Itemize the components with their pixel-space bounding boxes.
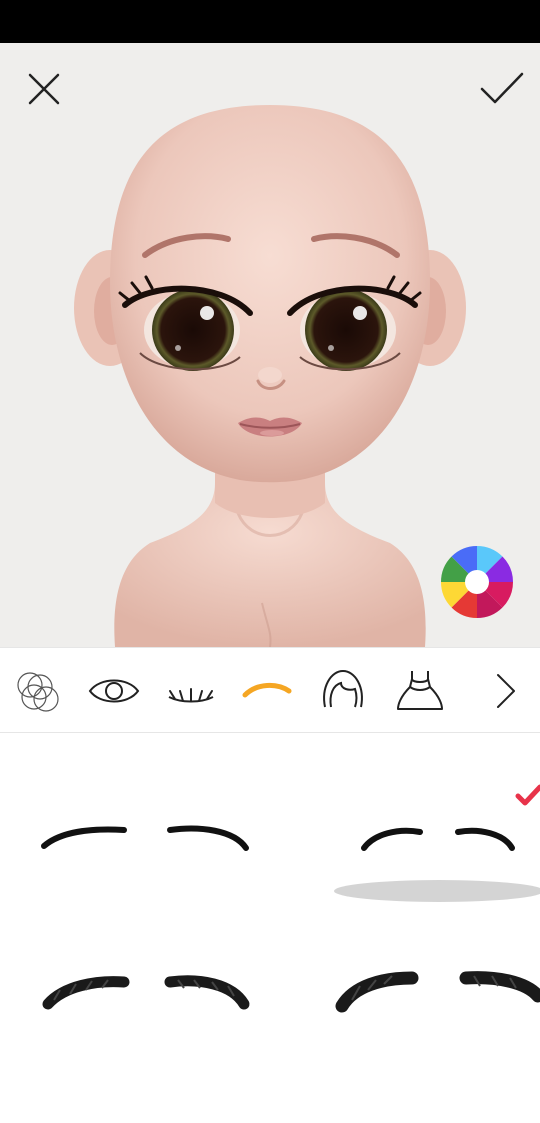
eyebrow-icon <box>242 683 292 698</box>
close-button[interactable] <box>18 65 70 113</box>
eyebrow-thin-arched-image <box>41 825 249 851</box>
dress-icon <box>397 671 443 710</box>
eye-icon <box>88 679 140 703</box>
eyebrow-option-thick-textured[interactable] <box>20 920 280 1070</box>
eyebrow-option-thin-arched[interactable] <box>20 760 280 910</box>
check-icon <box>480 72 524 104</box>
tab-eyes[interactable] <box>79 648 149 734</box>
toolbar-next-button[interactable] <box>470 648 540 734</box>
color-picker-button[interactable] <box>437 542 517 622</box>
eyelashes-icon <box>168 688 214 703</box>
category-toolbar <box>0 647 540 733</box>
eyebrow-thick-textured-image <box>42 975 250 1010</box>
eyebrow-bold-arched-image <box>335 971 540 1013</box>
hair-icon <box>323 669 363 708</box>
tab-dress[interactable] <box>385 648 455 734</box>
chevron-right-icon <box>497 674 515 708</box>
close-icon <box>28 73 60 105</box>
color-wheel-icon <box>441 546 513 618</box>
status-bar <box>0 0 540 43</box>
tab-skin-tone[interactable] <box>3 648 73 734</box>
tab-hair[interactable] <box>308 648 378 734</box>
tab-lashes[interactable] <box>156 648 226 734</box>
avatar-preview <box>0 43 540 647</box>
overlapping-circles-icon <box>17 672 59 712</box>
confirm-button[interactable] <box>474 65 530 113</box>
eyebrow-option-bold-arched[interactable] <box>282 920 540 1070</box>
eyebrow-option-thin-short[interactable] <box>282 760 540 910</box>
selected-check-icon <box>515 784 540 806</box>
eyebrow-thin-short-image <box>361 827 515 851</box>
tab-eyebrows[interactable] <box>232 648 302 734</box>
